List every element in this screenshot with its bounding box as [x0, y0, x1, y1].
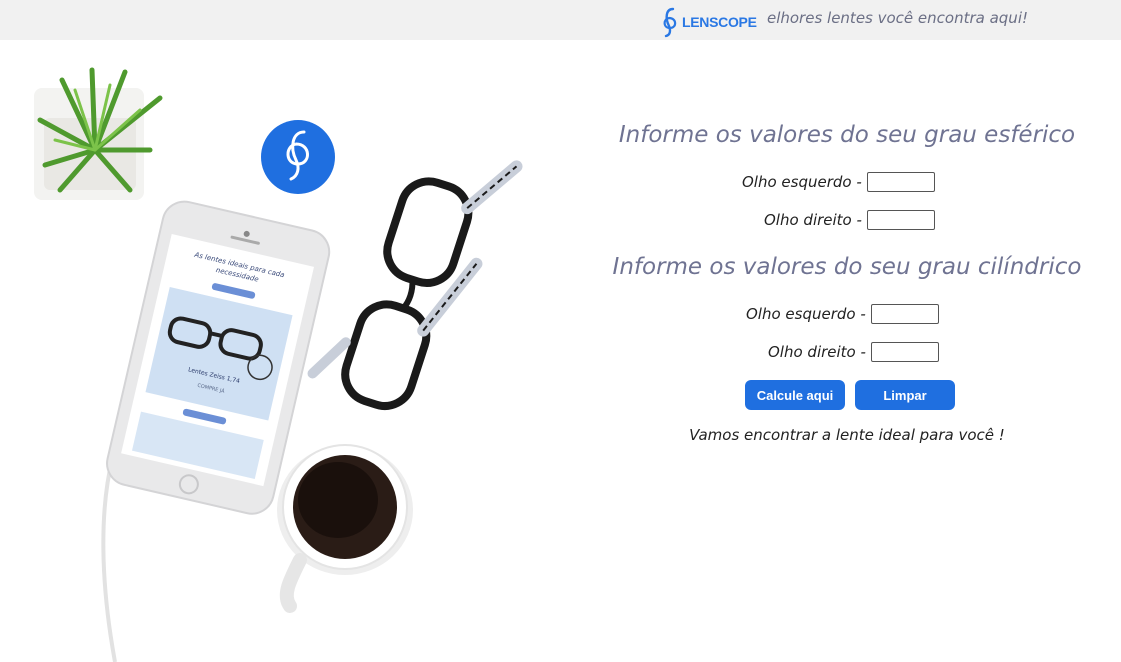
- clear-button[interactable]: Limpar: [855, 380, 955, 410]
- spherical-left-row: Olho esquerdo -: [742, 172, 935, 192]
- spherical-left-input[interactable]: [866, 172, 935, 192]
- hero-illustration: As lentes ideais para cada necessidade L…: [34, 67, 523, 662]
- coffee-cup-image: [277, 444, 413, 613]
- footer-message: Vamos encontrar a lente ideal para você …: [689, 426, 1005, 444]
- cylindrical-right-input[interactable]: [870, 342, 939, 362]
- logo-badge: [261, 120, 335, 194]
- calculate-button[interactable]: Calcule aqui: [745, 380, 845, 410]
- cylindrical-left-label: Olho esquerdo -: [746, 305, 866, 323]
- spherical-right-input[interactable]: [866, 210, 935, 230]
- spherical-title: Informe os valores do seu grau esférico: [618, 122, 1076, 148]
- cylindrical-right-label: Olho direito -: [768, 343, 866, 361]
- tagline-text: As melhores lentes você encontra aqui!: [766, 9, 1028, 27]
- tagline-marquee: As melhores lentes você encontra aqui!: [766, 8, 1066, 30]
- top-header: LENSCOPE As melhores lentes você encontr…: [0, 0, 1121, 40]
- spherical-left-label: Olho esquerdo -: [742, 173, 862, 191]
- cylindrical-right-row: Olho direito -: [768, 342, 939, 362]
- cylindrical-title: Informe os valores do seu grau cilíndric…: [612, 254, 1082, 280]
- spherical-right-label: Olho direito -: [764, 211, 862, 229]
- cylindrical-left-row: Olho esquerdo -: [746, 304, 939, 324]
- plant-image: [34, 67, 163, 200]
- cylindrical-left-input[interactable]: [870, 304, 939, 324]
- lenscope-logo-icon: [663, 7, 677, 38]
- glasses-image: [307, 160, 523, 410]
- brand-name: LENSCOPE: [682, 14, 757, 30]
- brand-logo[interactable]: LENSCOPE: [660, 6, 757, 38]
- hero-image: As lentes ideais para cada necessidade L…: [0, 40, 560, 662]
- spherical-right-row: Olho direito -: [764, 210, 935, 230]
